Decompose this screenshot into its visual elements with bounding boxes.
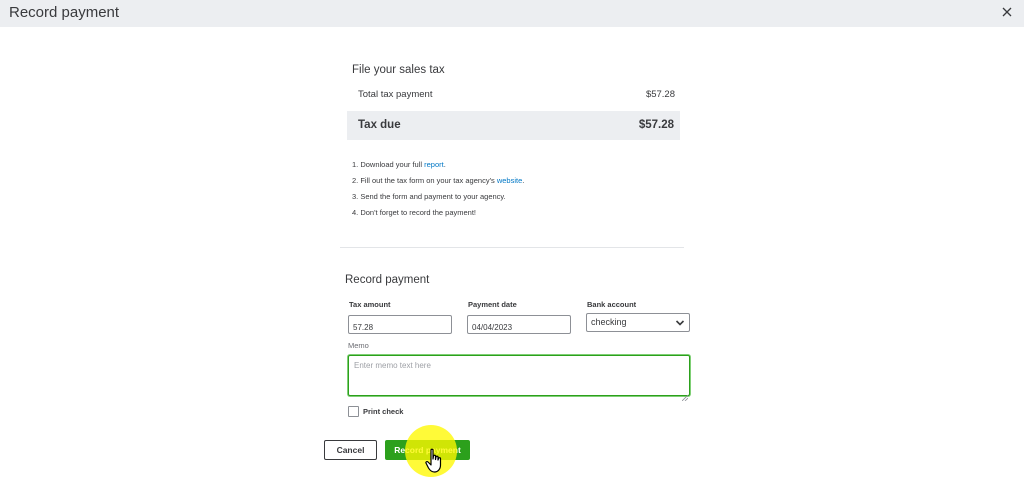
bank-account-value: checking — [591, 317, 627, 327]
total-tax-value: $57.28 — [645, 89, 675, 100]
step-suffix: . — [443, 160, 446, 169]
step-text: 2. Fill out the tax form on your tax age… — [352, 176, 497, 185]
bank-account-label: Bank account — [587, 300, 637, 309]
chevron-down-icon — [675, 318, 685, 328]
website-link[interactable]: website — [497, 176, 522, 185]
record-payment-heading: Record payment — [345, 274, 430, 286]
tax-due-row: Tax due $57.28 — [347, 111, 680, 140]
print-check-checkbox[interactable] — [348, 406, 359, 417]
report-link[interactable]: report — [424, 160, 444, 169]
memo-textarea[interactable]: Enter memo text here — [348, 355, 690, 402]
dialog-header: Record payment — [0, 0, 1024, 27]
step-fill-form: 2. Fill out the tax form on your tax age… — [352, 176, 524, 185]
sales-tax-heading: File your sales tax — [352, 64, 445, 76]
print-check-label: Print check — [363, 407, 404, 416]
step-send-form: 3. Send the form and payment to your age… — [352, 192, 506, 201]
resize-handle-icon[interactable] — [681, 388, 689, 402]
dialog-title: Record payment — [9, 4, 120, 21]
memo-placeholder: Enter memo text here — [354, 361, 431, 370]
tax-due-label: Tax due — [358, 119, 401, 131]
step-text: 1. Download your full — [352, 160, 425, 169]
total-tax-label: Total tax payment — [358, 89, 433, 100]
tax-amount-input[interactable] — [348, 315, 452, 334]
tax-amount-label: Tax amount — [349, 300, 391, 309]
record-payment-button[interactable]: Record payment — [385, 440, 470, 460]
step-suffix: . — [522, 176, 525, 185]
step-record-reminder: 4. Don't forget to record the payment! — [352, 208, 476, 217]
payment-date-input[interactable] — [467, 315, 571, 334]
bank-account-select[interactable]: checking — [586, 313, 690, 332]
memo-label: Memo — [348, 341, 369, 350]
payment-date-label: Payment date — [468, 300, 517, 309]
tax-due-value: $57.28 — [638, 119, 674, 131]
close-icon[interactable] — [998, 3, 1016, 21]
step-download: 1. Download your full report. — [352, 160, 446, 169]
section-divider — [340, 247, 684, 248]
cancel-button[interactable]: Cancel — [324, 440, 377, 460]
